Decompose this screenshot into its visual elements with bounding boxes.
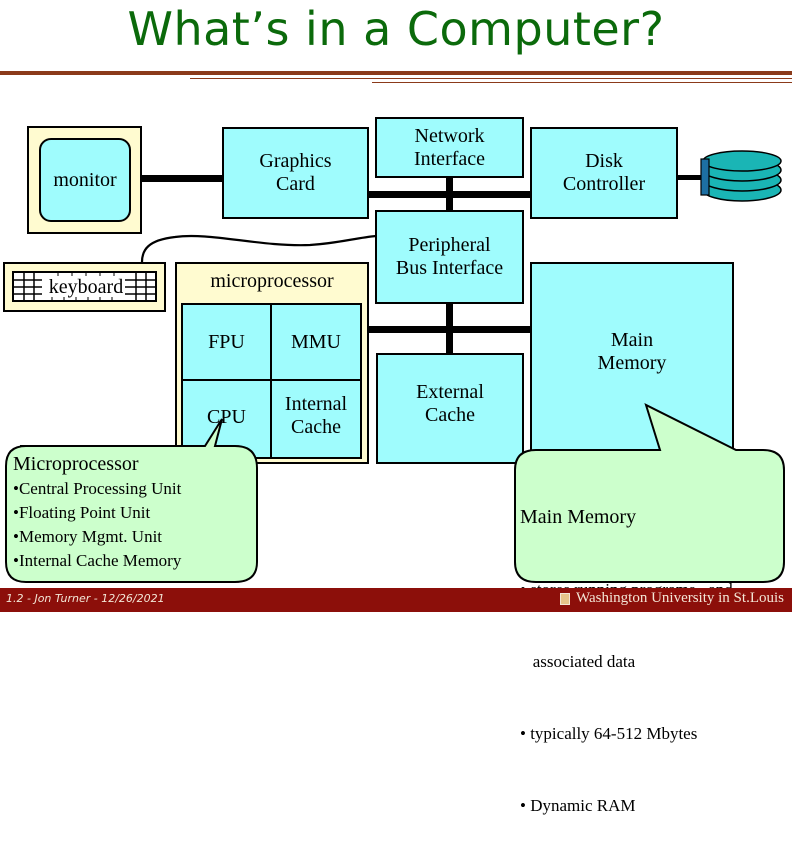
disk-link xyxy=(676,175,702,180)
slide-title: What’s in a Computer? xyxy=(127,2,665,56)
title-rule-thin xyxy=(190,78,792,79)
callout-bullet: •Internal Cache Memory xyxy=(13,551,182,570)
peripheral-bus-label-2: Bus Interface xyxy=(395,257,504,279)
mmu-label: MMU xyxy=(290,330,341,353)
monitor-screen: monitor xyxy=(39,138,131,222)
network-interface-label-2: Interface xyxy=(413,148,486,170)
bus-riser-lower xyxy=(446,302,453,354)
internal-cache-label-1: Internal xyxy=(284,393,348,415)
university-crest-icon xyxy=(560,592,571,605)
main-memory-label-1: Main xyxy=(610,329,654,351)
footer-slide-info: 1.2 - Jon Turner - 12/26/2021 xyxy=(6,592,165,605)
monitor-graphics-link xyxy=(141,175,223,182)
title-rule xyxy=(0,71,792,75)
disk-controller-label-2: Controller xyxy=(562,173,646,195)
microprocessor-callout: Microprocessor •Central Processing Unit … xyxy=(13,451,253,573)
microprocessor-label: microprocessor xyxy=(210,270,334,292)
main-memory-box[interactable]: Main Memory xyxy=(530,262,734,452)
mmu-box[interactable]: MMU xyxy=(270,303,362,381)
fpu-box[interactable]: FPU xyxy=(181,303,272,381)
cpu-label: CPU xyxy=(207,405,246,428)
disk-controller-box[interactable]: Disk Controller xyxy=(530,127,678,219)
footer-institution: Washington University in St.Louis xyxy=(560,590,784,607)
graphics-card-label-2: Card xyxy=(276,173,315,195)
internal-cache-label-2: Cache xyxy=(291,416,341,438)
main-memory-label-2: Memory xyxy=(597,352,667,374)
disk-controller-label-1: Disk xyxy=(585,150,623,172)
callout-bullet: •Floating Point Unit xyxy=(13,503,151,522)
main-memory-callout: Main Memory • stores running programs an… xyxy=(520,456,782,842)
callout-bullet: associated data xyxy=(520,652,636,671)
callout-bullet: •Memory Mgmt. Unit xyxy=(13,527,163,546)
external-cache-label-1: External xyxy=(416,380,484,403)
keyboard-label: keyboard xyxy=(48,276,124,298)
network-interface-box[interactable]: Network Interface xyxy=(375,117,524,178)
title-rule-thin xyxy=(372,82,792,83)
external-cache-box[interactable]: External Cache xyxy=(376,353,524,464)
monitor-label: monitor xyxy=(53,168,117,191)
peripheral-bus-label-1: Peripheral xyxy=(408,234,491,256)
external-cache-label-2: Cache xyxy=(425,403,475,426)
cpu-box[interactable]: CPU xyxy=(181,379,272,459)
callout-bullet: • typically 64-512 Mbytes xyxy=(520,724,698,743)
keyboard-box[interactable]: keyboard xyxy=(3,262,166,312)
callout-bullet: • Dynamic RAM xyxy=(520,796,636,815)
footer-institution-name: Washington University in St.Louis xyxy=(576,590,784,606)
internal-cache-box[interactable]: Internal Cache xyxy=(270,379,362,459)
microprocessor-callout-title: Microprocessor xyxy=(13,453,139,475)
main-memory-callout-title: Main Memory xyxy=(520,506,637,528)
fpu-label: FPU xyxy=(208,330,245,353)
graphics-card-label-1: Graphics xyxy=(259,150,332,172)
peripheral-bus-interface-box[interactable]: Peripheral Bus Interface xyxy=(375,210,524,304)
keyboard-keys: keyboard xyxy=(12,271,157,302)
network-interface-label-1: Network xyxy=(414,125,485,147)
graphics-card-box[interactable]: Graphics Card xyxy=(222,127,369,219)
bus-riser-upper xyxy=(446,176,453,211)
callout-bullet: •Central Processing Unit xyxy=(13,479,182,498)
monitor-frame[interactable]: monitor xyxy=(27,126,142,234)
footer-bar: 1.2 - Jon Turner - 12/26/2021 Washington… xyxy=(0,588,792,612)
